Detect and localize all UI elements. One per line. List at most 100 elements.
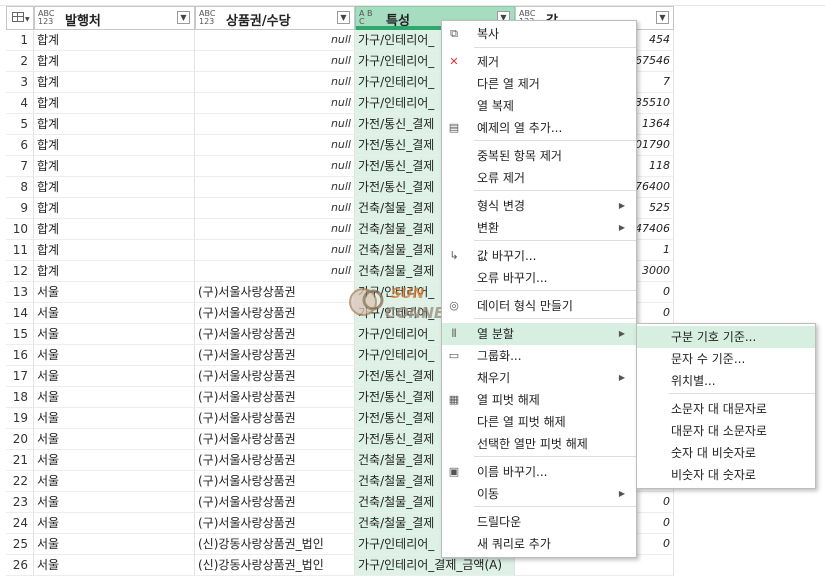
column-header-voucher[interactable]: ABC 123 상품권/수당 ▼ [195,6,355,30]
issuer-cell[interactable]: 서울 [34,534,195,555]
menu-item[interactable]: 오류 바꾸기... [442,267,636,289]
voucher-cell[interactable]: (구)서울사랑상품권 [195,366,355,387]
voucher-cell[interactable]: null [195,156,355,177]
voucher-cell[interactable]: (구)서울사랑상품권 [195,408,355,429]
voucher-cell[interactable]: (구)서울사랑상품권 [195,471,355,492]
menu-item[interactable]: 형식 변경 ▶ [442,195,636,217]
menu-item[interactable]: 중복된 항목 제거 [442,145,636,167]
menu-item[interactable]: 숫자 대 비숫자로 [637,442,815,464]
voucher-cell[interactable]: null [195,51,355,72]
table-menu-button[interactable]: ▼ [6,6,34,30]
menu-item[interactable]: 구분 기호 기준... [637,326,815,348]
filter-dropdown-button[interactable]: ▼ [656,11,669,24]
attribute-cell[interactable]: 가구/인테리어_결제_금액(A) [355,555,515,576]
voucher-cell[interactable]: (구)서울사랑상품권 [195,387,355,408]
voucher-cell[interactable]: null [195,30,355,51]
menu-item[interactable]: 문자 수 기준... [637,348,815,370]
issuer-cell[interactable]: 서울 [34,408,195,429]
menu-item[interactable]: 채우기 ▶ [442,367,636,389]
issuer-cell[interactable]: 서울 [34,492,195,513]
menu-item[interactable]: 대문자 대 소문자로 [637,420,815,442]
voucher-cell[interactable]: null [195,240,355,261]
issuer-cell[interactable]: 서울 [34,345,195,366]
menu-item[interactable]: ⧉ 복사 [442,23,636,45]
voucher-cell[interactable]: null [195,177,355,198]
row-number-cell: 22 [6,471,34,492]
issuer-cell[interactable]: 서울 [34,303,195,324]
menu-separator [474,240,636,241]
menu-item[interactable]: 변환 ▶ [442,217,636,239]
voucher-cell[interactable]: null [195,93,355,114]
menu-item[interactable]: 다른 열 피벗 해제 [442,411,636,433]
filter-dropdown-button[interactable]: ▼ [337,11,350,24]
voucher-cell[interactable]: null [195,72,355,93]
issuer-cell[interactable]: 합계 [34,93,195,114]
menu-item[interactable]: ▣ 이름 바꾸기... [442,461,636,483]
issuer-cell[interactable]: 합계 [34,198,195,219]
issuer-cell[interactable]: 합계 [34,51,195,72]
menu-item[interactable]: 오류 제거 [442,167,636,189]
voucher-cell[interactable]: (신)강동사랑상품권_법인 [195,555,355,576]
type-any-icon: ABC123 [199,9,216,26]
menu-item[interactable]: ✕ 제거 [442,51,636,73]
issuer-cell[interactable]: 합계 [34,114,195,135]
voucher-cell[interactable]: null [195,219,355,240]
voucher-cell[interactable]: (구)서울사랑상품권 [195,345,355,366]
voucher-cell[interactable]: null [195,135,355,156]
issuer-cell[interactable]: 합계 [34,240,195,261]
voucher-cell[interactable]: null [195,261,355,282]
menu-item[interactable]: 선택한 열만 피벗 해제 [442,433,636,455]
row-number-cell: 2 [6,51,34,72]
issuer-cell[interactable]: 서울 [34,429,195,450]
voucher-cell[interactable]: (구)서울사랑상품권 [195,303,355,324]
issuer-cell[interactable]: 서울 [34,366,195,387]
issuer-cell[interactable]: 합계 [34,30,195,51]
menu-item-label: 데이터 형식 만들기 [477,299,573,313]
menu-item[interactable]: ↳ 값 바꾸기... [442,245,636,267]
value-cell[interactable] [515,555,674,576]
menu-item[interactable]: ▭ 그룹화... [442,345,636,367]
issuer-cell[interactable]: 합계 [34,72,195,93]
menu-item[interactable]: 비숫자 대 숫자로 [637,464,815,486]
voucher-cell[interactable]: (구)서울사랑상품권 [195,513,355,534]
issuer-cell[interactable]: 서울 [34,387,195,408]
menu-item[interactable]: 열 복제 [442,95,636,117]
row-number-cell: 18 [6,387,34,408]
issuer-cell[interactable]: 서울 [34,471,195,492]
menu-separator [669,393,815,394]
voucher-cell[interactable]: null [195,114,355,135]
issuer-cell[interactable]: 합계 [34,156,195,177]
column-header-issuer[interactable]: ABC 123 발행처 ▼ [34,6,195,30]
issuer-cell[interactable]: 합계 [34,135,195,156]
menu-item[interactable]: 이동 ▶ [442,483,636,505]
menu-item[interactable]: ◎ 데이터 형식 만들기 [442,295,636,317]
menu-separator [474,456,636,457]
voucher-cell[interactable]: (구)서울사랑상품권 [195,429,355,450]
issuer-cell[interactable]: 합계 [34,261,195,282]
issuer-cell[interactable]: 서울 [34,513,195,534]
issuer-cell[interactable]: 합계 [34,177,195,198]
voucher-cell[interactable]: (구)서울사랑상품권 [195,492,355,513]
menu-item[interactable]: ⫴ 열 분할 ▶ [442,323,636,345]
table-icon [12,12,24,22]
issuer-cell[interactable]: 합계 [34,219,195,240]
issuer-cell[interactable]: 서울 [34,450,195,471]
menu-item[interactable]: 드릴다운 [442,511,636,533]
voucher-cell[interactable]: null [195,198,355,219]
issuer-cell[interactable]: 서울 [34,282,195,303]
menu-item[interactable]: ▤ 예제의 열 추가... [442,117,636,139]
menu-item[interactable]: 위치별... [637,370,815,392]
menu-item[interactable]: 새 쿼리로 추가 [442,533,636,555]
menu-item[interactable]: 소문자 대 대문자로 [637,398,815,420]
filter-dropdown-button[interactable]: ▼ [177,11,190,24]
voucher-cell[interactable]: (구)서울사랑상품권 [195,324,355,345]
type-text-icon: A BC [359,9,373,26]
issuer-cell[interactable]: 서울 [34,324,195,345]
menu-item[interactable]: ▦ 열 피벗 해제 [442,389,636,411]
row-number-cell: 13 [6,282,34,303]
voucher-cell[interactable]: (구)서울사랑상품권 [195,282,355,303]
issuer-cell[interactable]: 서울 [34,555,195,576]
voucher-cell[interactable]: (구)서울사랑상품권 [195,450,355,471]
menu-item[interactable]: 다른 열 제거 [442,73,636,95]
voucher-cell[interactable]: (신)강동사랑상품권_법인 [195,534,355,555]
